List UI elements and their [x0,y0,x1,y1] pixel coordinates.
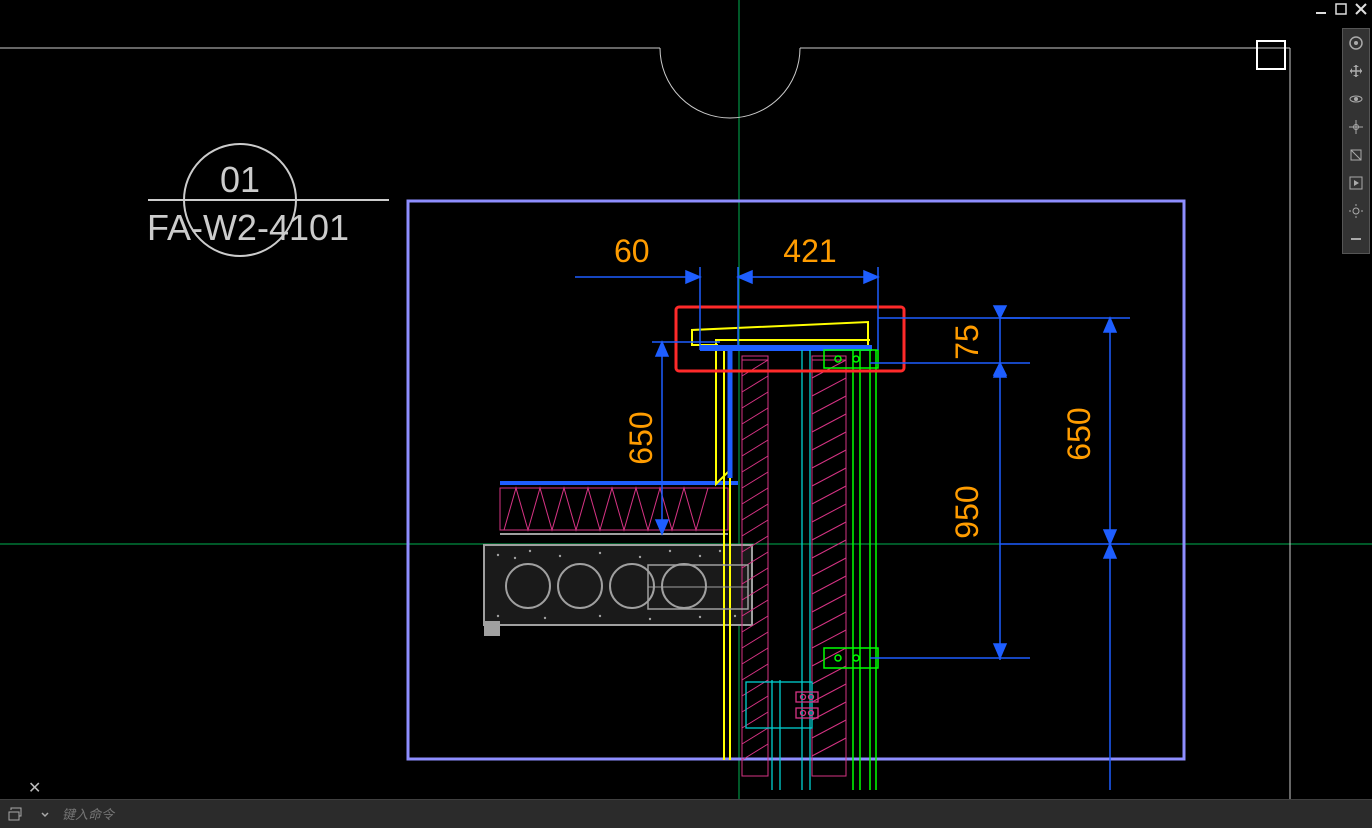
nav-collapse-icon[interactable] [1343,225,1369,253]
dim-650-l-text: 650 [623,411,659,464]
dim-75-text: 75 [949,324,985,360]
nav-settings-icon[interactable] [1343,197,1369,225]
drawing-canvas[interactable]: 01 FA-W2-4101 [0,0,1372,800]
command-input[interactable] [60,806,1372,823]
minimize-icon[interactable] [1314,2,1328,16]
nav-cross-icon[interactable] [1343,113,1369,141]
nav-toolbar [1342,28,1370,254]
bubble-tag: FA-W2-4101 [147,207,349,248]
nav-wheel-icon[interactable] [1343,29,1369,57]
command-bar [0,799,1372,828]
cmd-chevron-icon[interactable] [34,803,56,825]
nav-box-icon[interactable] [1343,141,1369,169]
insul-top [500,488,728,530]
viewport-box[interactable] [408,201,1184,759]
pan-icon[interactable] [1343,57,1369,85]
slab-end-l [484,621,500,636]
orbit-icon[interactable] [1343,85,1369,113]
dim-421-text: 421 [783,233,836,269]
mullions [853,350,876,790]
bubble-number: 01 [220,159,260,200]
insul-wall-r [812,356,846,776]
top-arc [660,48,800,118]
dim-60-text: 60 [614,233,650,269]
panel-close-icon[interactable]: ✕ [28,778,41,798]
close-icon[interactable] [1354,2,1368,16]
bolts [796,692,818,718]
dim-950-text: 950 [949,485,985,538]
cmd-recent-icon[interactable] [4,803,26,825]
nav-play-icon[interactable] [1343,169,1369,197]
dim-650-r [1000,318,1130,790]
slab-rect [484,545,752,625]
dim-650-r-text: 650 [1061,407,1097,460]
maximize-icon[interactable] [1334,2,1348,16]
ucs-marker [1257,41,1285,69]
window-controls [1314,2,1368,16]
